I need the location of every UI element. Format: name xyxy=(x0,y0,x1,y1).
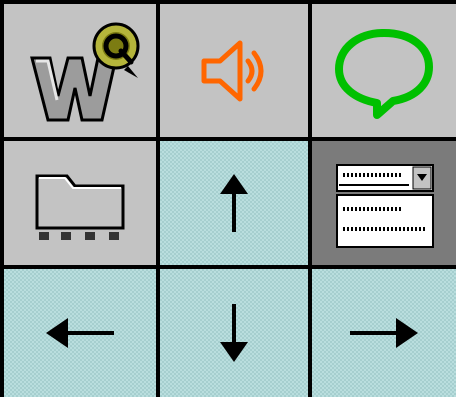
cell-arrow-up[interactable] xyxy=(160,141,308,265)
cell-arrow-left[interactable] xyxy=(4,269,156,397)
cell-speech-bubble[interactable] xyxy=(312,4,456,137)
arrow-right-icon xyxy=(350,318,418,348)
cell-speaker[interactable] xyxy=(160,4,308,137)
cell-folder[interactable] xyxy=(4,141,156,265)
cell-arrow-right[interactable] xyxy=(312,269,456,397)
icon-grid xyxy=(0,0,456,397)
arrow-down-icon xyxy=(220,304,248,362)
dropdown-list-icon xyxy=(336,164,434,248)
cell-arrow-down[interactable] xyxy=(160,269,308,397)
speaker-icon xyxy=(201,40,264,101)
cell-dropdown-list[interactable] xyxy=(312,141,456,265)
wq-app-icon xyxy=(30,22,140,122)
cell-wq-app[interactable] xyxy=(4,4,156,137)
folder-icon xyxy=(35,174,125,240)
arrow-left-icon xyxy=(46,318,114,348)
speech-bubble-icon xyxy=(335,28,433,119)
arrow-up-icon xyxy=(220,174,248,232)
